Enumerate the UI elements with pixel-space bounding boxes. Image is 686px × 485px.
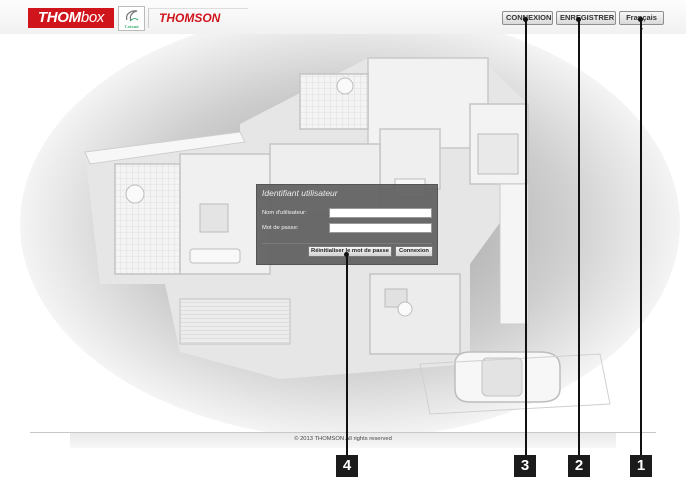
password-label: Mot de passe:: [262, 225, 299, 231]
tcloud-logo[interactable]: T-cloud: [118, 6, 145, 31]
enregistrer-button[interactable]: ENREGISTRER: [556, 11, 616, 25]
reset-password-button[interactable]: Réinitialiser le mot de passe: [308, 246, 392, 257]
username-label: Nom d'utilisateur:: [262, 210, 307, 216]
thombox-logo[interactable]: THOMbox: [28, 8, 114, 28]
callout-line-1: [640, 20, 642, 455]
callout-3: 3: [514, 455, 536, 477]
copyright-text: © 2013 THOMSON All rights reserved: [294, 436, 392, 442]
callout-2: 2: [568, 455, 590, 477]
callout-4: 4: [336, 455, 358, 477]
dialog-divider: [262, 243, 432, 244]
dialog-title: Identifiant utilisateur: [262, 188, 338, 198]
thomson-logo[interactable]: THOMSON: [148, 8, 248, 28]
tcloud-swirl-icon: [125, 10, 139, 22]
callout-dot-4: [344, 252, 349, 257]
callout-dot-2: [576, 17, 581, 22]
thombox-logo-thom: THOM: [37, 9, 81, 26]
callout-dot-3: [523, 17, 528, 22]
login-button[interactable]: Connexion: [395, 246, 433, 257]
thombox-logo-box: box: [80, 9, 105, 26]
username-input[interactable]: [329, 208, 432, 218]
callout-line-2: [578, 20, 580, 455]
callout-line-3: [525, 20, 527, 455]
tcloud-label: T-cloud: [124, 24, 139, 29]
footer: © 2013 THOMSON All rights reserved: [70, 433, 616, 448]
callout-1: 1: [630, 455, 652, 477]
callout-line-4: [346, 255, 348, 455]
top-header: THOMbox T-cloud THOMSON CONNEXION ENREGI…: [0, 0, 686, 34]
callout-dot-1: [638, 17, 643, 22]
password-input[interactable]: [329, 223, 432, 233]
